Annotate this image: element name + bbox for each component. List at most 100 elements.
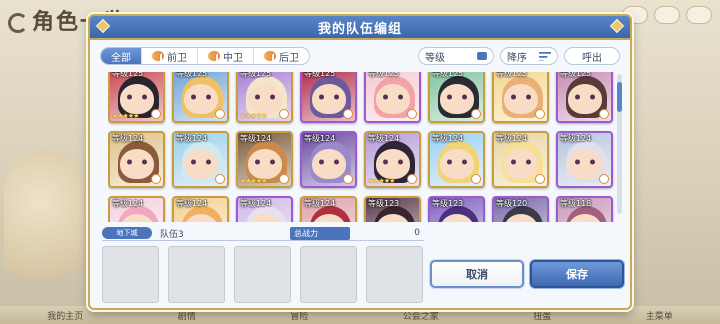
character-card[interactable]: 等级120 <box>492 196 549 222</box>
star-rating-icon: ★★★★★ <box>368 177 395 185</box>
position-icon <box>279 109 289 119</box>
grid-scrollbar[interactable] <box>617 74 622 214</box>
character-eyes <box>382 94 403 100</box>
character-eyes <box>318 94 339 100</box>
character-card[interactable]: 等级124 ★★★★★ <box>236 131 293 188</box>
bottom-nav-item: 剧情 <box>177 311 196 322</box>
character-level: 等级125 <box>240 72 272 78</box>
character-card[interactable]: 等级125 ★★★★★ <box>236 72 293 123</box>
tab-vanguard[interactable]: 前卫 <box>142 48 198 64</box>
character-card[interactable]: 等级124 <box>300 131 357 188</box>
background-top-buttons <box>622 6 712 24</box>
sort-controls: 等级 降序 呼出 <box>418 47 620 65</box>
position-icon <box>535 109 545 119</box>
character-card[interactable]: 等级125 <box>492 72 549 123</box>
bottom-nav-item: 公会之家 <box>402 311 439 322</box>
character-level: 等级124 <box>304 134 336 143</box>
character-level: 等级124 <box>240 134 272 143</box>
character-level: 等级120 <box>496 199 528 208</box>
position-icon <box>407 174 417 184</box>
character-card[interactable]: 等级125 <box>300 72 357 123</box>
character-card[interactable]: 等级118 <box>556 196 613 222</box>
character-card[interactable]: 等级124 <box>300 196 357 222</box>
position-icon <box>407 109 417 119</box>
tab-rearguard[interactable]: 后卫 <box>254 48 309 64</box>
character-level: 等级124 <box>112 134 144 143</box>
sort-order-button[interactable]: 降序 <box>500 47 558 65</box>
position-icon <box>599 174 609 184</box>
position-icon <box>471 174 481 184</box>
character-card[interactable]: 等级125 <box>364 72 421 123</box>
position-icon <box>599 109 609 119</box>
tab-all[interactable]: 全部 <box>101 48 142 64</box>
bottom-nav-item: 扭蛋 <box>533 311 552 322</box>
character-card[interactable]: 等级124 <box>108 131 165 188</box>
character-eyes <box>318 159 339 165</box>
character-eyes <box>510 94 531 100</box>
save-button[interactable]: 保存 <box>530 260 624 288</box>
team-slot[interactable] <box>168 246 225 303</box>
gem-ornament-icon <box>95 18 111 34</box>
character-card[interactable]: 等级125 <box>556 72 613 123</box>
bottom-nav-item: 冒险 <box>290 311 309 322</box>
character-card[interactable]: 等级124 <box>172 131 229 188</box>
divider <box>102 240 424 241</box>
character-level: 等级123 <box>432 199 464 208</box>
team-type-tag: 地下城 <box>102 227 152 239</box>
character-level: 等级125 <box>368 72 400 78</box>
position-icon <box>343 109 353 119</box>
character-level: 等级124 <box>432 134 464 143</box>
sort-descending-icon <box>539 51 551 61</box>
cancel-button[interactable]: 取消 <box>430 260 524 288</box>
character-level: 等级125 <box>496 72 528 78</box>
character-card[interactable]: 等级123 <box>428 196 485 222</box>
character-eyes <box>190 159 211 165</box>
character-level: 等级124 <box>560 134 592 143</box>
tab-midguard[interactable]: 中卫 <box>198 48 254 64</box>
character-level: 等级124 <box>304 199 336 208</box>
scroll-thumb[interactable] <box>617 82 622 112</box>
character-eyes <box>126 159 147 165</box>
team-edit-dialog: 我的队伍编组 全部 前卫 中卫 后卫 等级 降序 呼出 等级125 ★★★★★ … <box>88 14 632 310</box>
sort-by-level-button[interactable]: 等级 <box>418 47 494 65</box>
position-tabs: 全部 前卫 中卫 后卫 <box>100 47 310 65</box>
position-icon <box>535 174 545 184</box>
character-card[interactable]: 等级125 <box>172 72 229 123</box>
character-eyes <box>254 94 275 100</box>
dialog-header: 我的队伍编组 <box>90 16 630 40</box>
character-level: 等级124 <box>496 134 528 143</box>
position-icon <box>264 51 276 61</box>
character-card[interactable]: 等级124 ★★★★★ <box>364 131 421 188</box>
character-card[interactable]: 等级124 <box>236 196 293 222</box>
team-slot[interactable] <box>102 246 159 303</box>
character-card[interactable]: 等级124 <box>108 196 165 222</box>
character-card[interactable]: 等级125 <box>428 72 485 123</box>
character-level: 等级125 <box>304 72 336 78</box>
team-slot[interactable] <box>234 246 291 303</box>
team-slot[interactable] <box>300 246 357 303</box>
position-icon <box>279 174 289 184</box>
character-card[interactable]: 等级125 ★★★★★ <box>108 72 165 123</box>
character-level: 等级124 <box>240 199 272 208</box>
swirl-icon <box>8 13 28 33</box>
character-level: 等级125 <box>560 72 592 78</box>
character-eyes <box>446 94 467 100</box>
position-icon <box>471 109 481 119</box>
star-rating-icon: ★★★★★ <box>112 112 139 120</box>
character-level: 等级118 <box>560 199 592 208</box>
character-level: 等级123 <box>368 199 400 208</box>
total-power-label: 总战力 <box>290 226 350 240</box>
character-level: 等级125 <box>176 72 208 78</box>
character-eyes <box>382 159 403 165</box>
call-out-button[interactable]: 呼出 <box>564 47 620 65</box>
team-info-bar: 地下城 队伍3 总战力 0 <box>102 226 424 240</box>
character-level: 等级124 <box>176 134 208 143</box>
character-card[interactable]: 等级124 <box>172 196 229 222</box>
team-slot[interactable] <box>366 246 423 303</box>
background-character <box>4 150 84 320</box>
character-grid: 等级125 ★★★★★ 等级125 等级125 ★★★★★ 等级125 等级125 等级125… <box>108 72 613 222</box>
character-card[interactable]: 等级123 <box>364 196 421 222</box>
character-card[interactable]: 等级124 <box>492 131 549 188</box>
character-card[interactable]: 等级124 <box>428 131 485 188</box>
character-card[interactable]: 等级124 <box>556 131 613 188</box>
